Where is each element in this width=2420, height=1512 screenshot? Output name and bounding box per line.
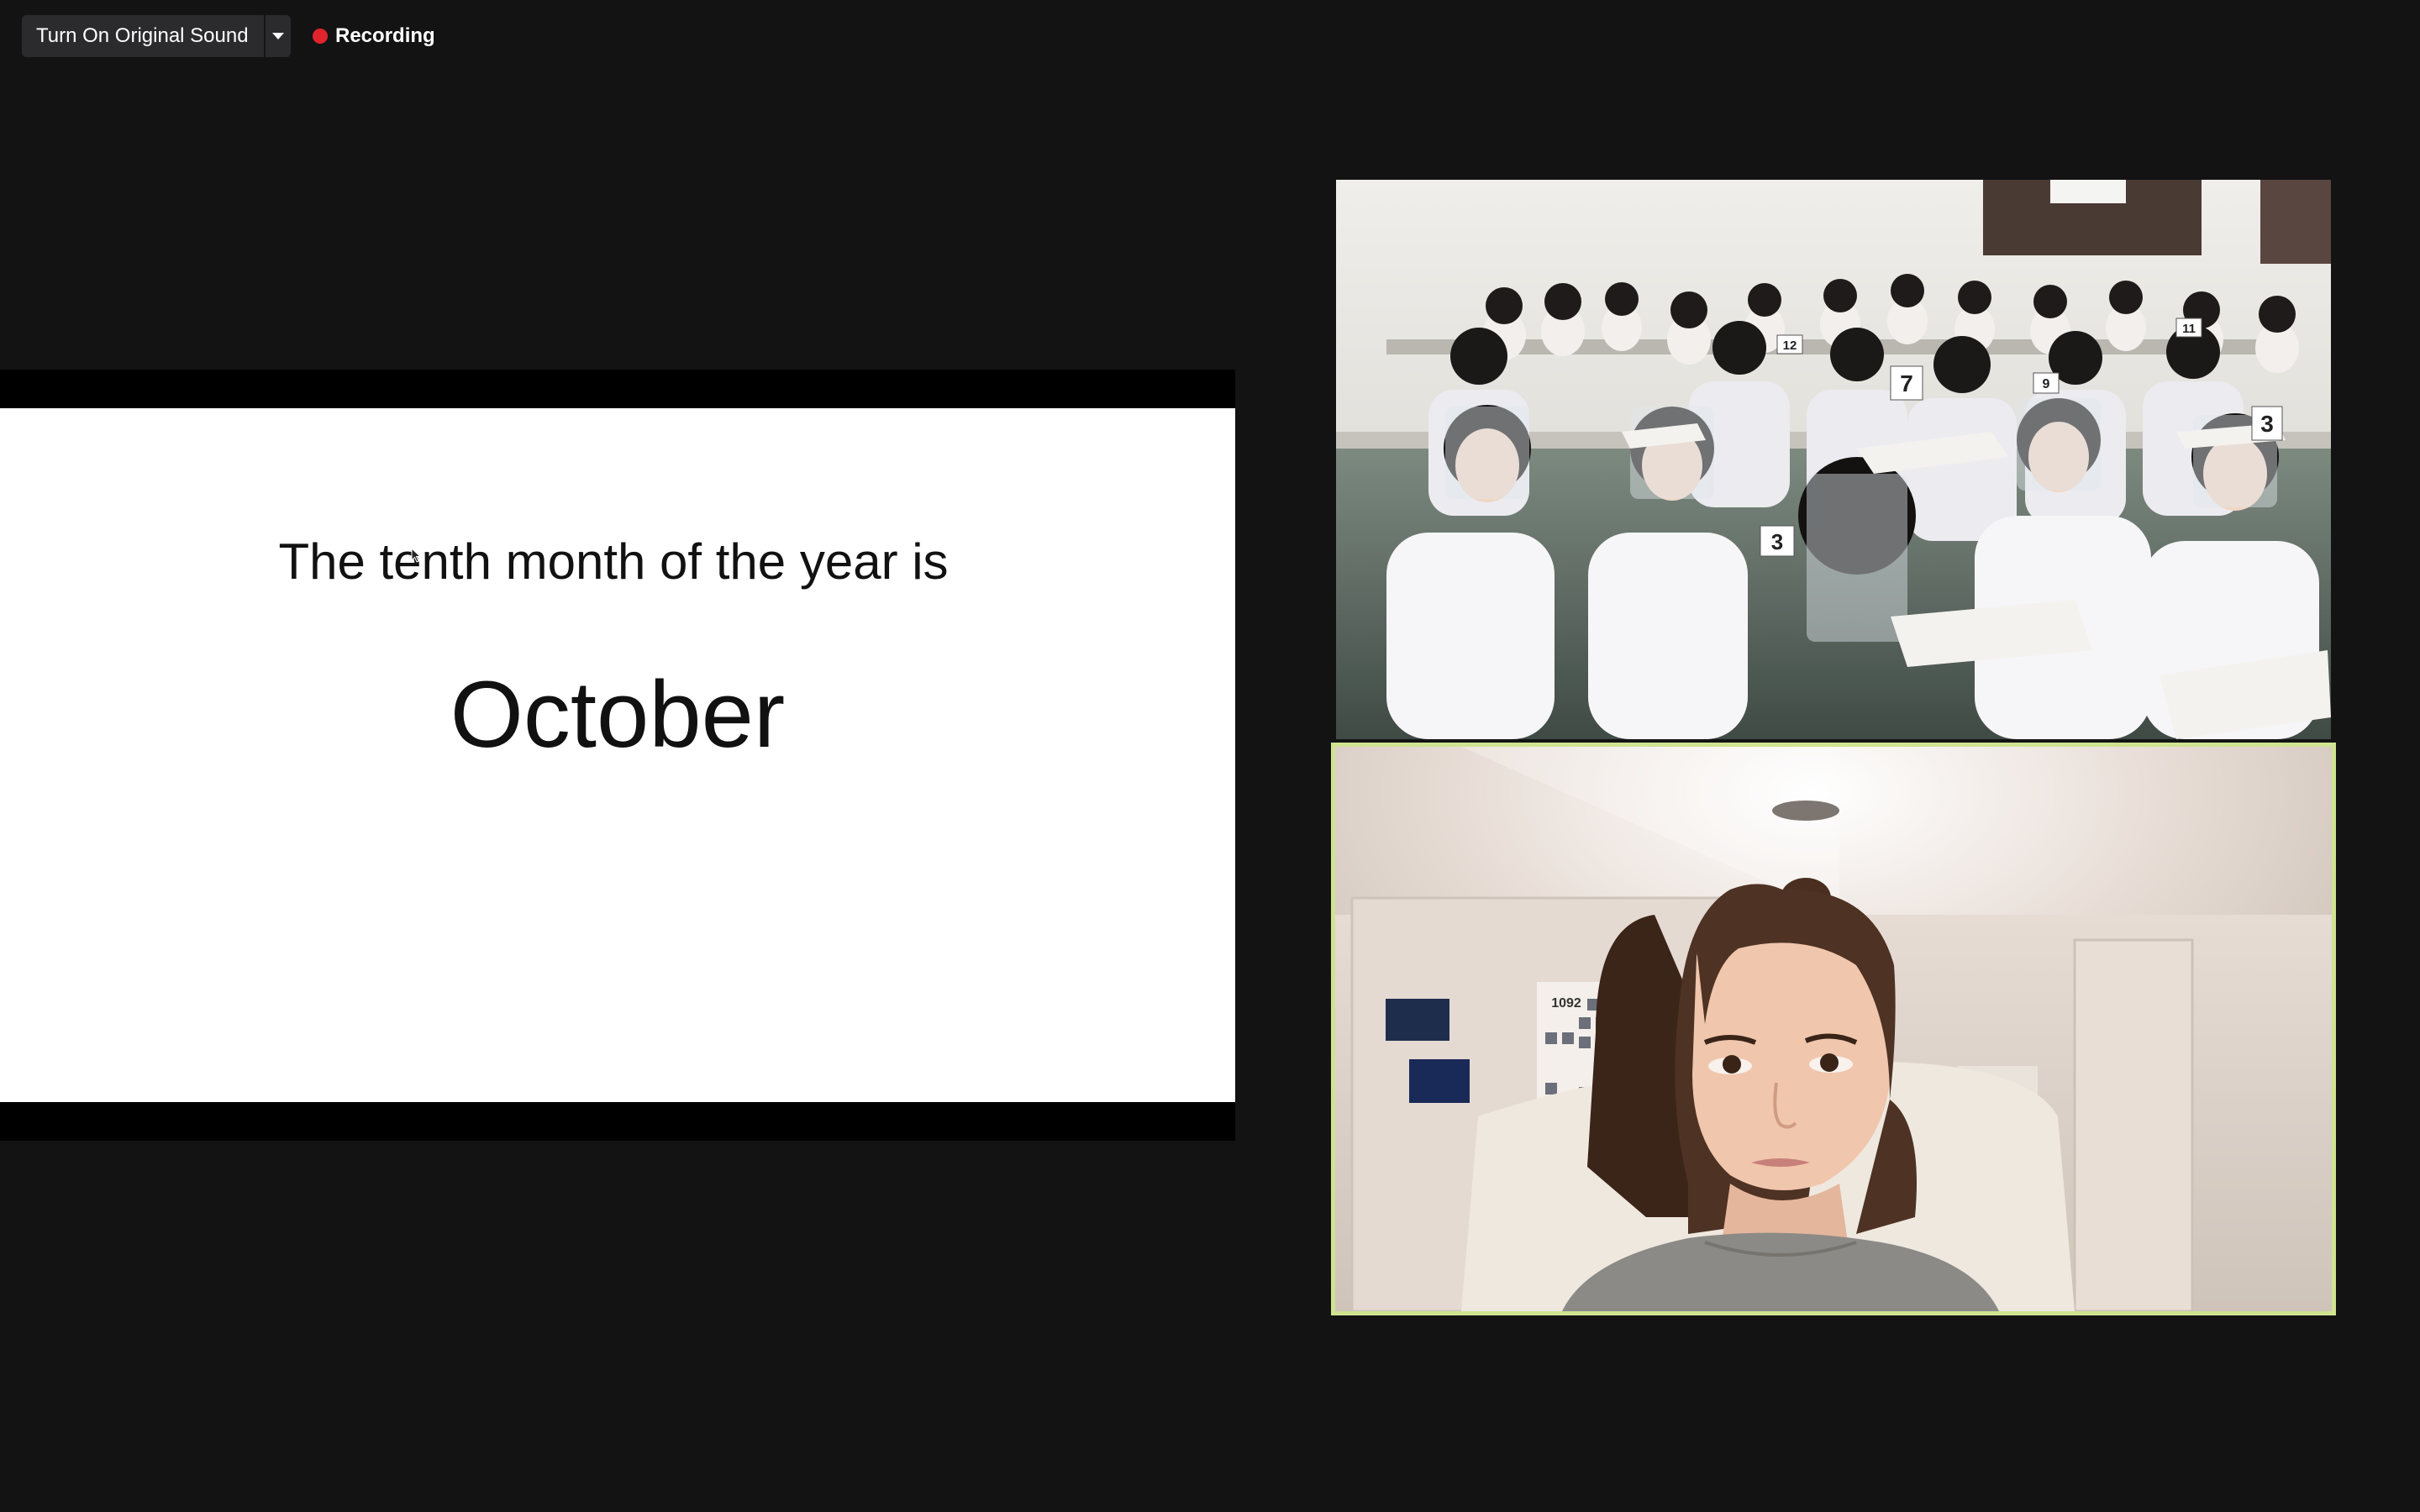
svg-text:11: 11 — [2182, 322, 2196, 336]
svg-text:3: 3 — [2260, 411, 2274, 437]
teacher-video-feed: 1092 — [1335, 747, 2332, 1311]
slide-prompt-text: The tenth month of the year is — [278, 533, 949, 590]
presentation-slide: The tenth month of the year is October — [0, 408, 1235, 1102]
svg-text:12: 12 — [1783, 339, 1797, 353]
classroom-video-feed: 12 11 7 9 3 3 — [1336, 180, 2331, 739]
svg-text:1092: 1092 — [1551, 996, 1581, 1011]
original-sound-dropdown-button[interactable] — [265, 15, 291, 57]
recording-indicator[interactable]: Recording — [313, 15, 435, 57]
svg-text:7: 7 — [1900, 370, 1913, 396]
participant-video-teacher[interactable]: 1092 — [1331, 743, 2336, 1315]
meeting-window: Turn On Original Sound Recording The ten… — [0, 0, 2420, 1512]
chevron-down-icon — [271, 33, 284, 39]
mouse-cursor-icon — [411, 548, 422, 563]
record-dot-icon — [313, 29, 328, 44]
svg-text:3: 3 — [1771, 529, 1783, 554]
original-sound-control: Turn On Original Sound — [22, 15, 291, 57]
slide-answer-text: October — [450, 662, 786, 767]
original-sound-button[interactable]: Turn On Original Sound — [22, 15, 266, 57]
recording-label: Recording — [335, 24, 435, 47]
shared-screen: The tenth month of the year is October — [0, 370, 1235, 1141]
participant-video-classroom[interactable]: 12 11 7 9 3 3 — [1336, 180, 2331, 739]
svg-text:9: 9 — [2043, 377, 2050, 391]
